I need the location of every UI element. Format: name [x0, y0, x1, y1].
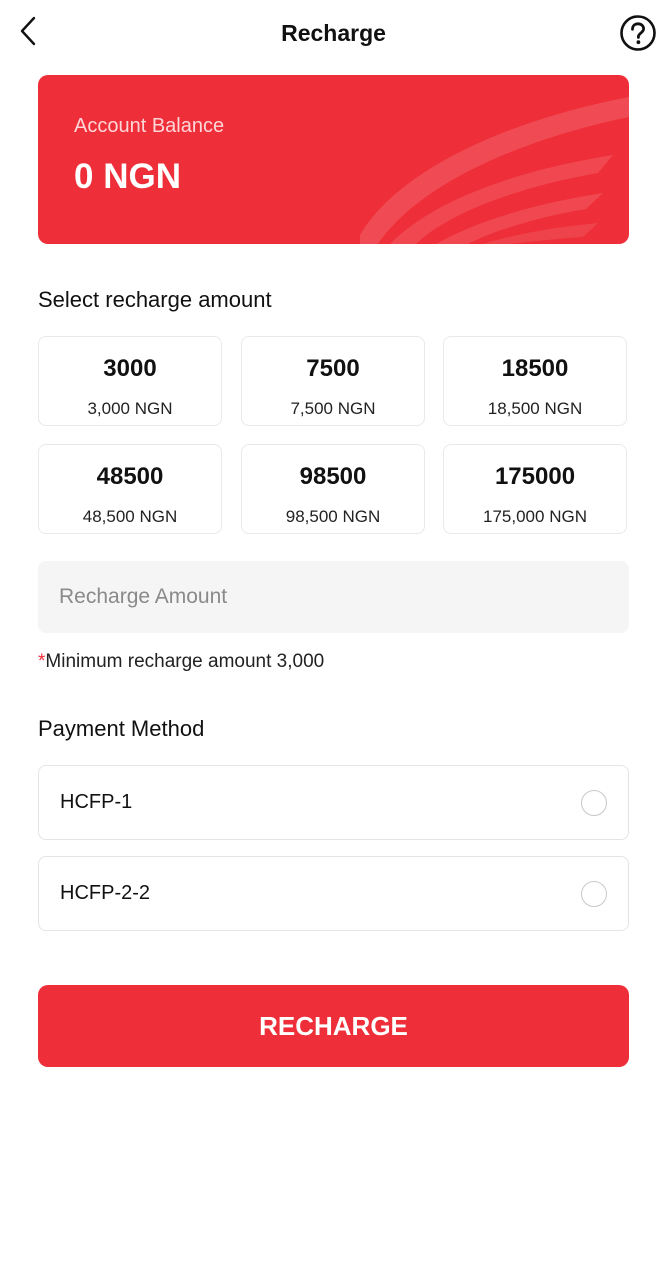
- amount-option-currency: 98,500 NGN: [285, 507, 381, 526]
- amount-option-98500[interactable]: 98500 98,500 NGN: [241, 444, 425, 534]
- amount-option-3000[interactable]: 3000 3,000 NGN: [38, 336, 222, 426]
- balance-value: 0 NGN: [74, 157, 181, 196]
- amount-option-175000[interactable]: 175000 175,000 NGN: [443, 444, 627, 534]
- minimum-amount-text: Minimum recharge amount 3,000: [45, 651, 325, 672]
- recharge-submit-button[interactable]: RECHARGE: [38, 985, 629, 1067]
- amount-option-value: 18500: [501, 355, 569, 382]
- help-button[interactable]: [619, 14, 657, 52]
- top-bar: Recharge: [0, 0, 667, 68]
- payment-method-hcfp-2-2[interactable]: HCFP-2-2: [38, 856, 629, 931]
- amount-option-currency: 48,500 NGN: [82, 507, 178, 526]
- radio-unchecked-icon[interactable]: [581, 790, 607, 816]
- radio-unchecked-icon[interactable]: [581, 881, 607, 907]
- page-title: Recharge: [281, 20, 386, 46]
- amount-option-value: 175000: [494, 463, 576, 490]
- recharge-amount-input[interactable]: [38, 561, 629, 633]
- balance-card: Account Balance 0 NGN: [38, 75, 629, 244]
- balance-label: Account Balance: [74, 115, 225, 137]
- amount-option-value: 3000: [103, 355, 157, 382]
- payment-method-heading: Payment Method: [38, 716, 205, 741]
- amount-option-value: 48500: [96, 463, 164, 490]
- payment-method-label: HCFP-2-2: [60, 882, 151, 904]
- amount-option-currency: 18,500 NGN: [487, 399, 583, 418]
- amount-option-48500[interactable]: 48500 48,500 NGN: [38, 444, 222, 534]
- select-amount-heading: Select recharge amount: [38, 287, 272, 312]
- amount-option-currency: 3,000 NGN: [87, 399, 173, 418]
- minimum-amount-note: *Minimum recharge amount 3,000: [38, 651, 324, 673]
- amount-option-value: 7500: [306, 355, 360, 382]
- amount-option-currency: 175,000 NGN: [483, 507, 587, 526]
- amount-option-18500[interactable]: 18500 18,500 NGN: [443, 336, 627, 426]
- amount-option-7500[interactable]: 7500 7,500 NGN: [241, 336, 425, 426]
- amount-option-value: 98500: [299, 463, 367, 490]
- question-circle-icon: [620, 15, 656, 51]
- payment-method-hcfp-1[interactable]: HCFP-1: [38, 765, 629, 840]
- payment-method-label: HCFP-1: [60, 791, 133, 813]
- amount-option-currency: 7,500 NGN: [290, 399, 376, 418]
